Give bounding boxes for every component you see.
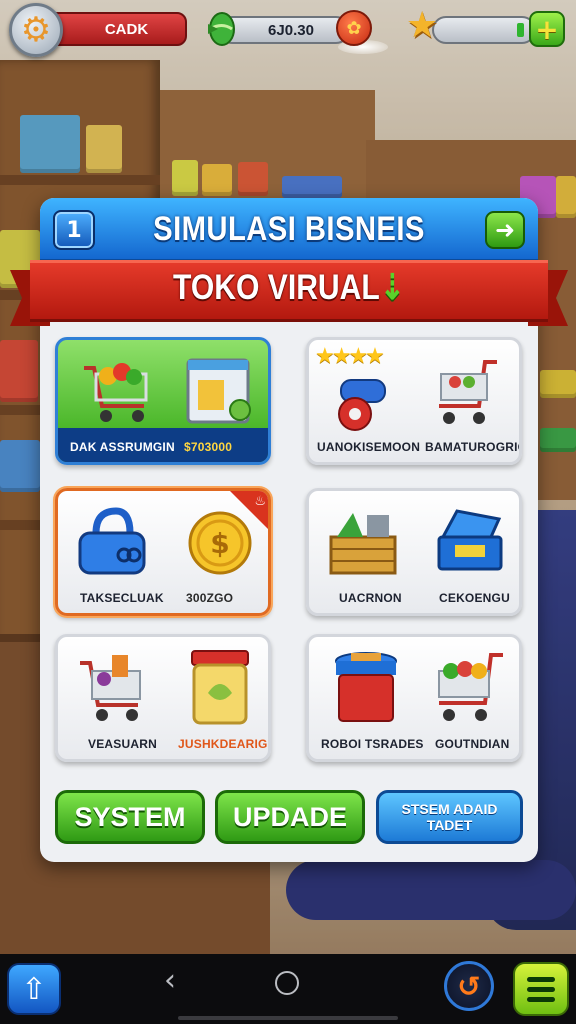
jar-icon bbox=[180, 645, 260, 729]
home-button[interactable]: ⇧ bbox=[7, 963, 61, 1015]
panel-title: SIMULASI BISNEIS bbox=[153, 210, 425, 248]
card-label: DAK ASSRUMGIN bbox=[70, 440, 175, 454]
player-name-banner[interactable]: CADK bbox=[56, 12, 187, 46]
chevron-right-icon: ➜ bbox=[494, 216, 516, 244]
coin-icon[interactable]: ✿ bbox=[336, 10, 372, 46]
card-label-right: CEKOENGU bbox=[439, 591, 510, 605]
card-price: $703000 bbox=[184, 440, 233, 454]
title-ribbon: TOKO VIRUAL⇣ bbox=[10, 260, 568, 326]
add-button[interactable]: + bbox=[529, 11, 565, 47]
item-card-1[interactable]: DAK ASSRUMGIN $703000 bbox=[55, 337, 271, 465]
card-label-left: UACRNON bbox=[339, 591, 402, 605]
menu-icon-bar bbox=[527, 996, 555, 1002]
system-button-label: SYSTEM bbox=[74, 801, 186, 832]
card-label-left: VEASUARN bbox=[88, 737, 157, 751]
settings-button[interactable]: ⚙ bbox=[9, 3, 63, 57]
svg-text:$: $ bbox=[210, 527, 229, 560]
leaf-icon bbox=[204, 10, 238, 48]
next-button[interactable]: ➜ bbox=[485, 211, 525, 249]
home-circle-icon[interactable] bbox=[275, 971, 299, 995]
menu-icon-bar bbox=[527, 976, 555, 982]
update-button[interactable]: UPDADE bbox=[215, 790, 365, 844]
card-label-right: GOUTNDIAN bbox=[435, 737, 510, 751]
shopping-cart-icon bbox=[76, 647, 156, 727]
refresh-button[interactable]: ↺ bbox=[444, 961, 494, 1011]
system-button[interactable]: SYSTEM bbox=[55, 790, 205, 844]
player-name: CADK bbox=[104, 20, 149, 38]
down-arrow-icon: ⇣ bbox=[379, 268, 406, 307]
update-button-label: UPDADE bbox=[232, 801, 347, 832]
card-label-right: JUSHKDEARIGG bbox=[178, 737, 271, 751]
card-label-left: ROBOI TSRADES bbox=[321, 737, 424, 751]
item-card-6[interactable]: ROBOI TSRADES GOUTNDIAN bbox=[306, 634, 522, 762]
card-label: TAKSECLUAK bbox=[80, 591, 164, 605]
shopping-cart-icon bbox=[427, 645, 513, 731]
card-label-right: BAMATUROGRION bbox=[425, 440, 519, 454]
gold-coin-icon: $ bbox=[178, 505, 258, 585]
main-panel: 1 SIMULASI BISNEIS ➜ TOKO VIRUAL⇣ DAK AS… bbox=[10, 198, 568, 862]
xp-bar-fill bbox=[517, 23, 524, 37]
menu-icon-bar bbox=[527, 986, 555, 992]
conveyor-roll-icon bbox=[327, 370, 397, 440]
shopping-cart-icon bbox=[427, 348, 513, 434]
item-card-5[interactable]: VEASUARN JUSHKDEARIGG bbox=[55, 634, 271, 762]
gear-icon: ⚙ bbox=[20, 10, 52, 50]
extra-button-label-1: STSEM ADAID bbox=[401, 801, 498, 817]
menu-button[interactable] bbox=[513, 962, 569, 1016]
gesture-handle bbox=[178, 1016, 398, 1020]
ribbon-title-text: TOKO VIRUAL bbox=[172, 268, 380, 307]
card-label-left: UANOKISEMOON bbox=[317, 440, 421, 454]
back-icon[interactable]: ‹ bbox=[164, 966, 176, 996]
bag-icon bbox=[72, 503, 152, 583]
card-price: 300ZGO bbox=[186, 591, 234, 605]
refresh-icon: ↺ bbox=[457, 969, 481, 1003]
register-box-icon bbox=[182, 352, 262, 432]
item-card-3[interactable]: ♨ $ TAKSECLUAK 300ZGO bbox=[55, 488, 271, 616]
cash-box-icon bbox=[429, 501, 509, 581]
shopping-cart-icon bbox=[78, 350, 158, 430]
home-arrow-icon: ⇧ bbox=[21, 971, 47, 1007]
money-value: 6J0.30 bbox=[268, 21, 314, 39]
item-card-2[interactable]: ★★★★ UANOKISEMOON BAMATUROGRION bbox=[306, 337, 522, 465]
xp-bar bbox=[432, 16, 536, 44]
item-card-4[interactable]: UACRNON CEKOENGU bbox=[306, 488, 522, 616]
storage-bin-icon bbox=[331, 647, 401, 731]
panel-header: 1 SIMULASI BISNEIS ➜ bbox=[40, 198, 538, 262]
star-icon: ★ bbox=[406, 5, 439, 46]
extra-button[interactable]: STSEM ADAID TADET bbox=[376, 790, 523, 844]
ribbon-title: TOKO VIRUAL⇣ bbox=[49, 268, 529, 308]
extra-button-label-2: TADET bbox=[426, 817, 473, 833]
produce-crate-icon bbox=[323, 501, 403, 581]
plus-icon: + bbox=[535, 12, 559, 46]
rating-stars: ★★★★ bbox=[315, 344, 385, 369]
